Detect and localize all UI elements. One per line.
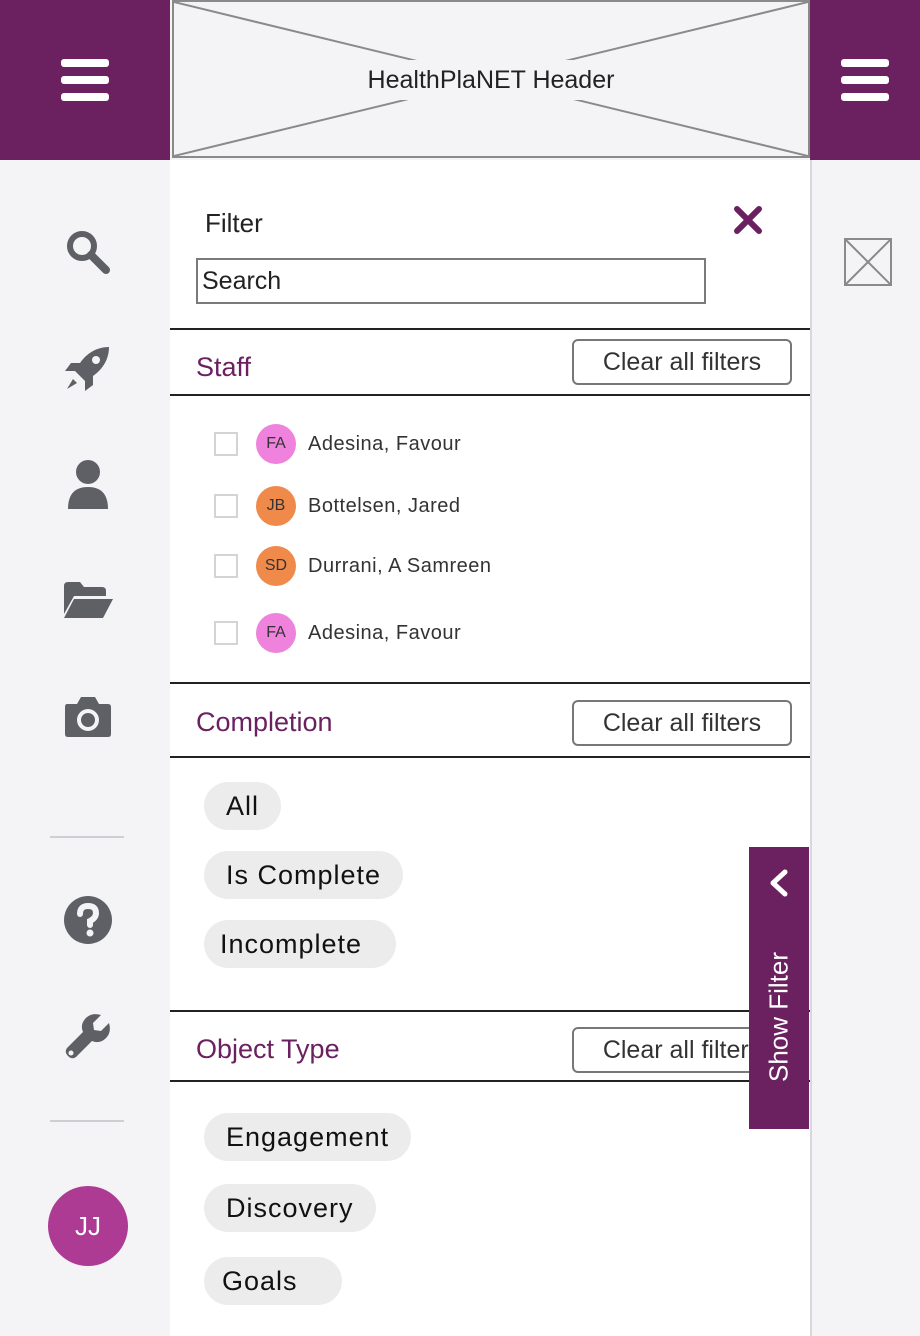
staff-name: Durrani, A Samreen — [308, 554, 492, 577]
staff-list-item[interactable]: FA Adesina, Favour — [214, 423, 461, 465]
rocket-icon[interactable] — [62, 342, 114, 394]
staff-avatar: FA — [256, 424, 296, 464]
object-type-section-title: Object Type — [196, 1034, 340, 1064]
rail-divider — [50, 836, 124, 838]
completion-option-is-complete[interactable]: Is Complete — [204, 851, 404, 899]
completion-section-title: Completion — [196, 707, 333, 737]
search-input[interactable] — [196, 258, 706, 304]
object-type-option-goals[interactable]: Goals — [204, 1257, 342, 1305]
app-screen: HealthPlaNET Header JJ Filter Search Sta… — [0, 0, 920, 1336]
hamburger-menu-icon[interactable] — [61, 59, 109, 101]
object-type-option-discovery[interactable]: Discovery — [204, 1184, 376, 1232]
staff-list-item[interactable]: JB Bottelsen, Jared — [214, 485, 461, 527]
staff-avatar: FA — [256, 613, 296, 653]
staff-name: Adesina, Favour — [308, 621, 462, 644]
left-menu-bar — [0, 0, 170, 160]
hamburger-menu-icon[interactable] — [841, 59, 889, 101]
staff-checkbox[interactable] — [214, 494, 238, 518]
image-placeholder-icon — [844, 238, 892, 286]
staff-avatar: SD — [256, 546, 296, 586]
show-filter-tab[interactable]: Show Filter — [749, 847, 809, 1129]
staff-name: Adesina, Favour — [308, 432, 462, 455]
right-rail — [810, 160, 920, 1336]
completion-clear-filters-button[interactable]: Clear all filters — [572, 700, 792, 746]
staff-section-header: Staff Clear all filters — [170, 328, 810, 396]
staff-checkbox[interactable] — [214, 432, 238, 456]
header-placeholder: HealthPlaNET Header — [172, 0, 810, 158]
rail-divider — [50, 1120, 124, 1122]
close-icon[interactable] — [732, 204, 764, 236]
staff-list-item[interactable]: SD Durrani, A Samreen — [214, 545, 492, 587]
staff-clear-filters-button[interactable]: Clear all filters — [572, 339, 792, 385]
search-icon[interactable] — [62, 226, 114, 278]
user-icon[interactable] — [62, 458, 114, 510]
completion-option-all[interactable]: All — [204, 782, 282, 830]
staff-avatar: JB — [256, 486, 296, 526]
user-avatar[interactable]: JJ — [48, 1186, 128, 1266]
staff-list-item[interactable]: FA Adesina, Favour — [214, 612, 461, 654]
staff-section-title: Staff — [196, 352, 252, 382]
filter-panel: Filter Staff Clear all filters FA Adesin… — [170, 160, 810, 1336]
folder-open-icon[interactable] — [62, 574, 114, 626]
right-menu-bar — [810, 0, 920, 160]
chevron-left-icon — [770, 869, 788, 897]
completion-section-header: Completion Clear all filters — [170, 682, 810, 758]
filter-title: Filter — [205, 208, 263, 238]
header-title: HealthPlaNET Header — [367, 66, 615, 94]
staff-checkbox[interactable] — [214, 554, 238, 578]
show-filter-label: Show Filter — [763, 951, 794, 1083]
staff-checkbox[interactable] — [214, 621, 238, 645]
completion-option-incomplete[interactable]: Incomplete — [204, 920, 397, 968]
staff-name: Bottelsen, Jared — [308, 494, 461, 517]
question-circle-icon[interactable] — [62, 894, 114, 946]
object-type-section-header: Object Type Clear all filters — [170, 1010, 810, 1082]
left-nav-rail: JJ — [0, 160, 170, 1336]
camera-icon[interactable] — [62, 690, 114, 742]
wrench-icon[interactable] — [62, 1010, 114, 1062]
object-type-option-engagement[interactable]: Engagement — [204, 1113, 412, 1161]
